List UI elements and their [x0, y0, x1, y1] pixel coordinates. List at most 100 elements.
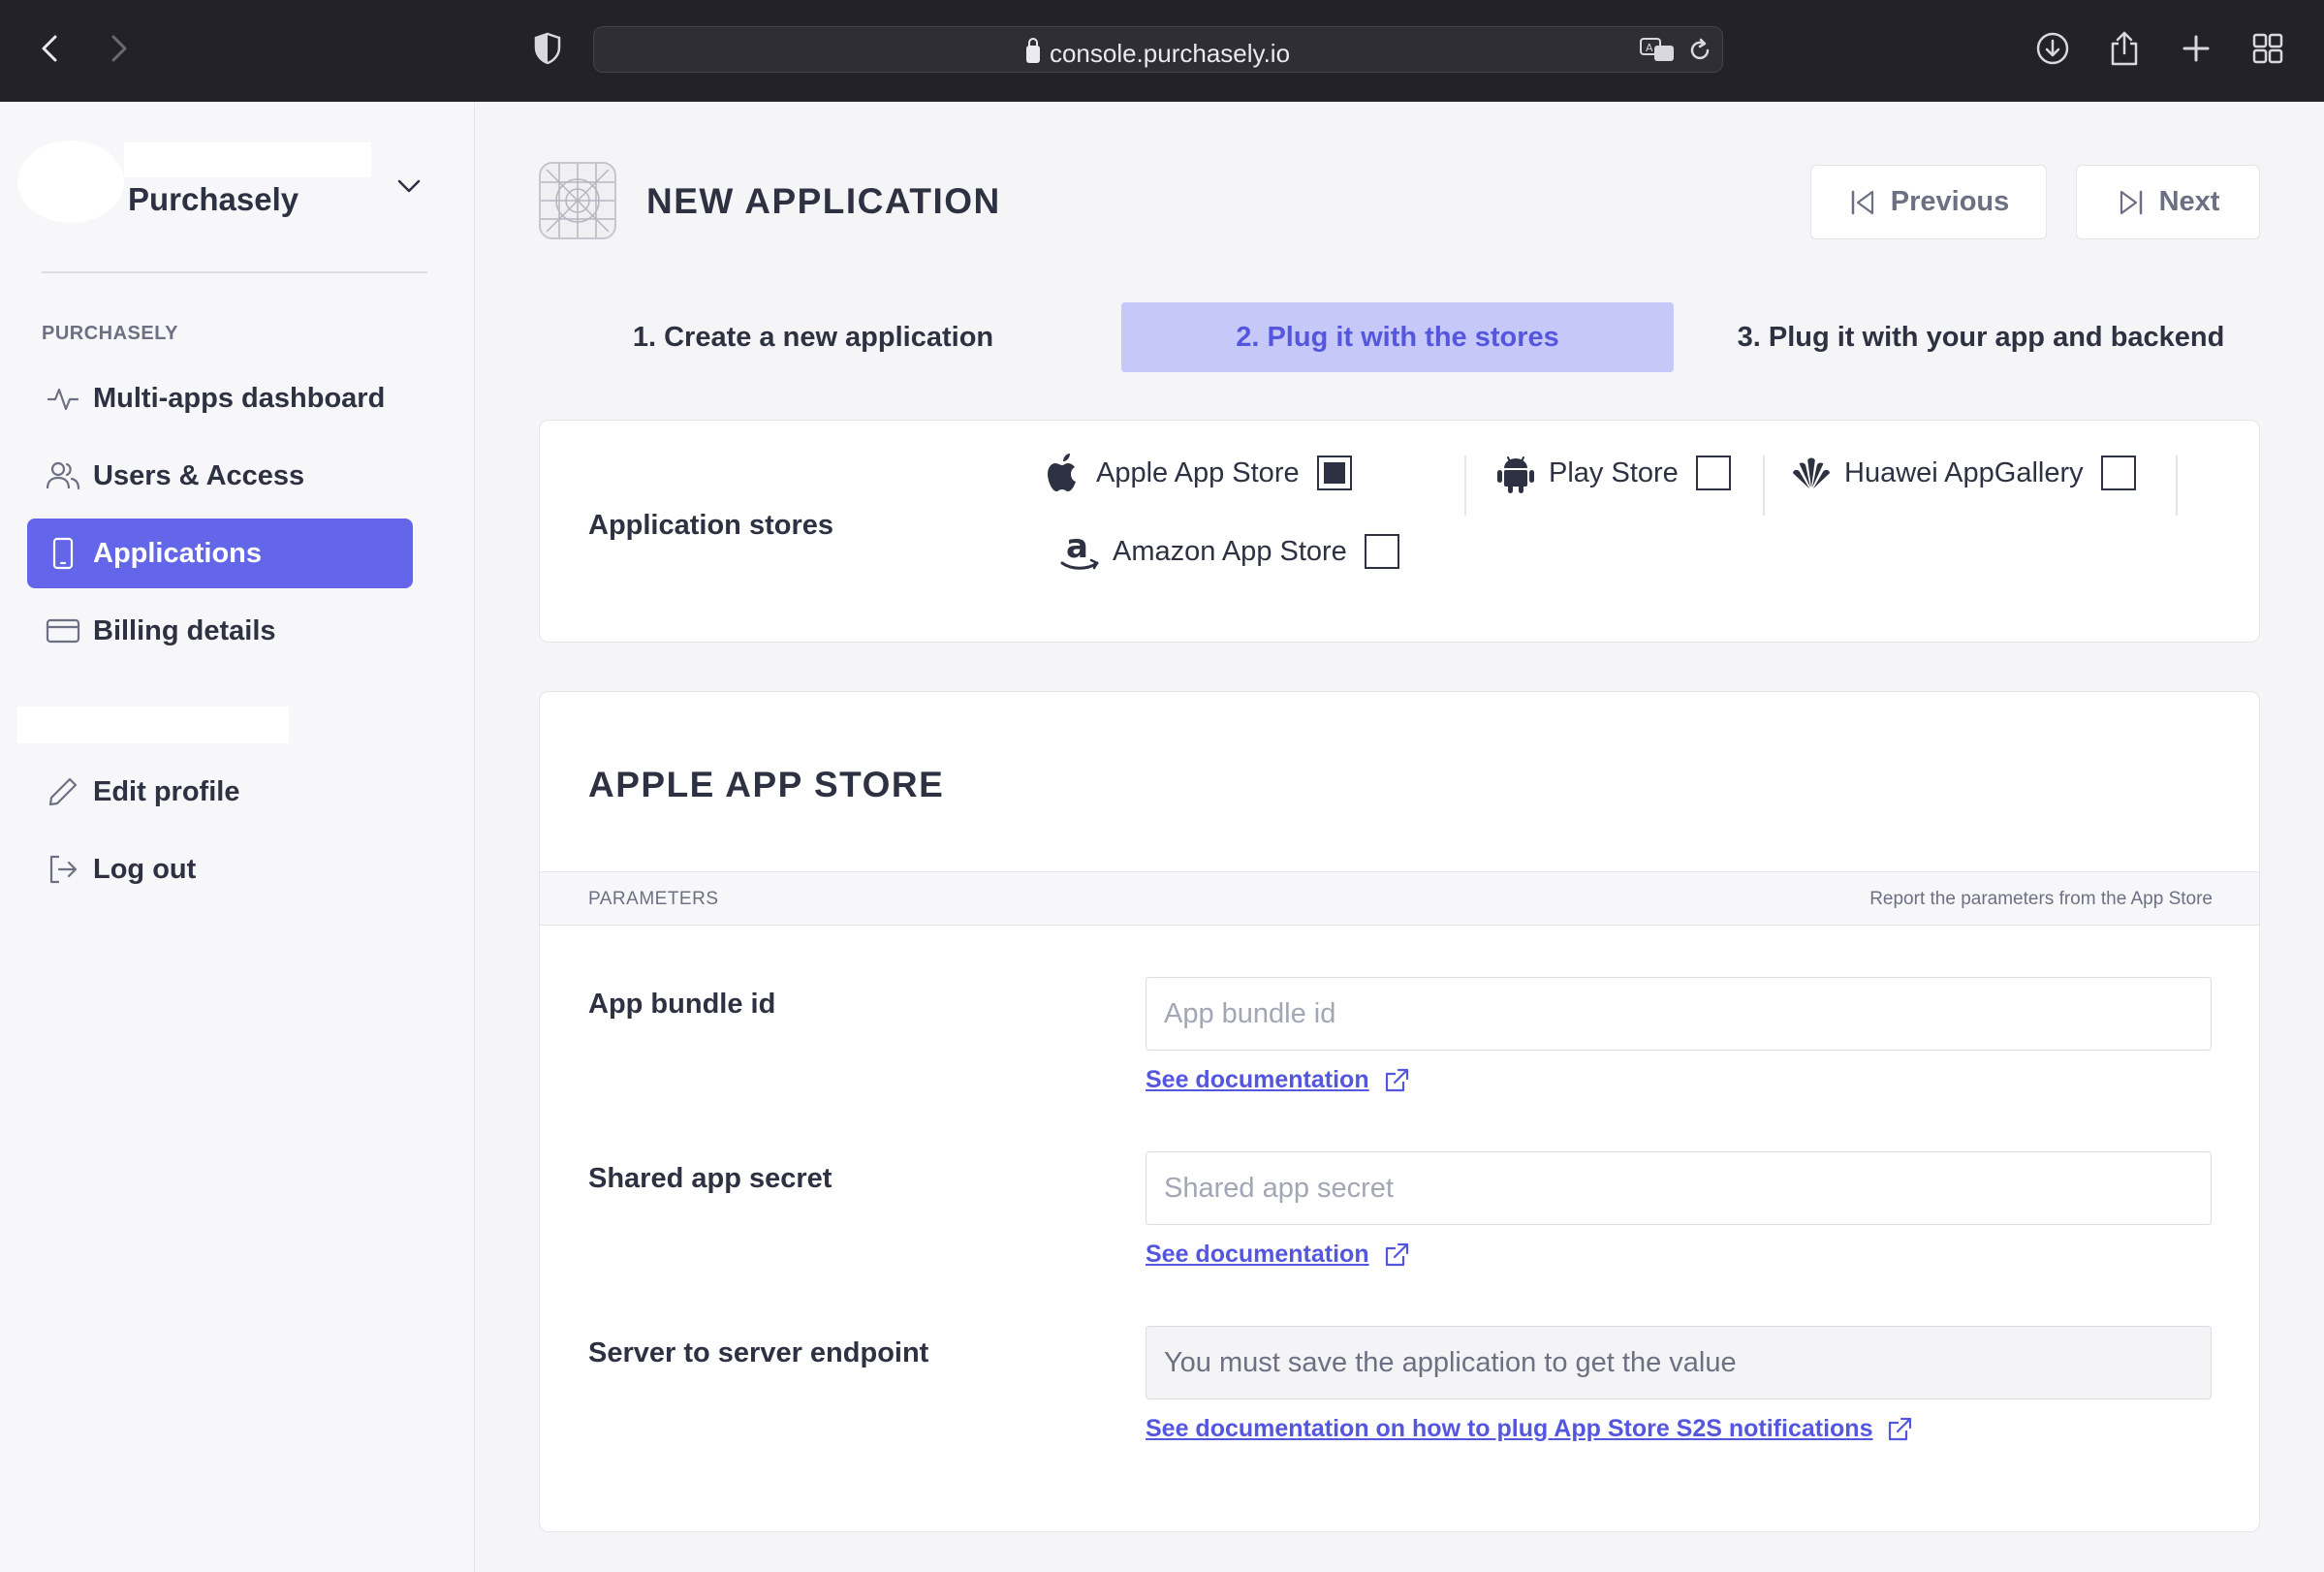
new-tab-button[interactable]	[2175, 27, 2217, 70]
sidebar: Purchasely PURCHASELY Multi-apps dashboa…	[0, 102, 475, 1572]
previous-button[interactable]: Previous	[1810, 165, 2047, 239]
app-placeholder-icon	[539, 162, 616, 239]
application-stores-card: Application stores Apple App Store Play …	[539, 420, 2260, 643]
link-text: See documentation	[1146, 1066, 1369, 1093]
tab-overview-button[interactable]	[2246, 27, 2289, 70]
huawei-appgallery-checkbox[interactable]	[2100, 456, 2136, 490]
next-button[interactable]: Next	[2076, 165, 2260, 239]
sidebar-section-label: PURCHASELY	[42, 323, 178, 344]
sidebar-item-label: Billing details	[93, 614, 276, 646]
store-name: Apple App Store	[1096, 456, 1300, 488]
account-switcher[interactable]: Purchasely	[17, 141, 444, 228]
external-link-icon	[1385, 1068, 1408, 1091]
activity-icon	[45, 380, 81, 417]
back-button[interactable]	[29, 27, 72, 70]
download-icon	[2036, 32, 2069, 65]
link-text: See documentation on how to plug App Sto…	[1146, 1415, 1873, 1442]
translate-icon[interactable]: A	[1639, 37, 1678, 64]
android-icon	[1494, 449, 1537, 497]
store-option-apple[interactable]: Apple App Store	[1042, 446, 1352, 500]
amazon-icon: a	[1058, 527, 1101, 576]
logout-icon	[45, 851, 81, 888]
sidebar-item-label: Applications	[93, 537, 263, 569]
main-content: NEW APPLICATION Previous Next 1. Create …	[475, 102, 2324, 1572]
parameters-hint: Report the parameters from the App Store	[1869, 889, 2213, 909]
sidebar-item-log-out[interactable]: Log out	[27, 834, 413, 904]
page-title: NEW APPLICATION	[646, 181, 1001, 221]
grid-icon	[2252, 33, 2283, 64]
play-store-checkbox[interactable]	[1695, 456, 1731, 490]
section-title: APPLE APP STORE	[588, 765, 945, 804]
shared-app-secret-input[interactable]	[1146, 1151, 2212, 1225]
shared-app-secret-label: Shared app secret	[588, 1163, 832, 1194]
forward-button[interactable]	[97, 27, 140, 70]
account-name: Purchasely	[128, 181, 299, 217]
app-bundle-id-input[interactable]	[1146, 977, 2212, 1051]
huawei-icon	[1790, 449, 1833, 497]
redacted-text	[17, 707, 289, 743]
url-text: console.purchasely.io	[594, 38, 1722, 69]
skip-back-icon	[1851, 190, 1873, 214]
store-option-huawei[interactable]: Huawei AppGallery	[1790, 446, 2136, 500]
sidebar-item-users-access[interactable]: Users & Access	[27, 441, 413, 511]
url-label: console.purchasely.io	[1049, 39, 1291, 68]
smartphone-icon	[45, 535, 81, 572]
redacted-text	[124, 142, 371, 177]
wizard-steps: 1. Create a new application 2. Plug it w…	[539, 302, 2260, 372]
external-link-icon	[1385, 1242, 1408, 1266]
sidebar-item-applications[interactable]: Applications	[27, 519, 413, 588]
store-divider	[1763, 456, 1765, 516]
store-name: Amazon App Store	[1113, 535, 1347, 567]
step-plug-app-backend[interactable]: 3. Plug it with your app and backend	[1702, 302, 2260, 372]
sidebar-item-label: Log out	[93, 853, 197, 885]
store-divider	[1464, 456, 1466, 516]
sidebar-divider	[42, 271, 427, 273]
svg-text:A: A	[1646, 42, 1653, 54]
sidebar-item-label: Edit profile	[93, 775, 240, 807]
pencil-icon	[45, 773, 81, 810]
skip-forward-icon	[2120, 190, 2142, 214]
step-create-application[interactable]: 1. Create a new application	[539, 302, 1087, 372]
previous-label: Previous	[1890, 186, 2010, 217]
shared-secret-documentation-link[interactable]: See documentation	[1146, 1241, 1410, 1269]
step-plug-stores[interactable]: 2. Plug it with the stores	[1121, 302, 1674, 372]
chevron-down-icon[interactable]	[395, 177, 423, 195]
application-stores-label: Application stores	[588, 510, 833, 541]
sidebar-item-label: Multi-apps dashboard	[93, 382, 386, 414]
privacy-shield-button[interactable]	[526, 27, 569, 70]
address-bar[interactable]: console.purchasely.io A	[593, 26, 1723, 73]
apple-icon	[1042, 449, 1084, 497]
credit-card-icon	[45, 613, 81, 649]
sidebar-item-label: Users & Access	[93, 459, 305, 491]
share-icon	[2111, 31, 2138, 66]
plus-icon	[2183, 35, 2210, 62]
parameters-label: PARAMETERS	[588, 889, 719, 909]
users-icon	[45, 457, 81, 494]
share-button[interactable]	[2103, 27, 2146, 70]
chevron-left-icon	[42, 35, 57, 62]
next-label: Next	[2158, 186, 2220, 217]
chevron-right-icon	[111, 35, 127, 62]
apple-store-checkbox[interactable]	[1316, 456, 1352, 490]
sidebar-item-billing-details[interactable]: Billing details	[27, 596, 413, 666]
downloads-button[interactable]	[2031, 27, 2074, 70]
sidebar-item-multi-apps-dashboard[interactable]: Multi-apps dashboard	[27, 363, 413, 433]
s2s-documentation-link[interactable]: See documentation on how to plug App Sto…	[1146, 1415, 1913, 1443]
sidebar-item-edit-profile[interactable]: Edit profile	[27, 757, 413, 827]
svg-text:a: a	[1066, 528, 1088, 566]
bundle-id-documentation-link[interactable]: See documentation	[1146, 1066, 1410, 1094]
external-link-icon	[1889, 1417, 1912, 1440]
amazon-app-store-checkbox[interactable]	[1364, 534, 1399, 569]
server-endpoint-input[interactable]	[1146, 1326, 2212, 1399]
store-option-amazon[interactable]: a Amazon App Store	[1058, 524, 1399, 579]
avatar	[17, 141, 124, 223]
reload-icon[interactable]	[1687, 38, 1712, 63]
app-bundle-id-label: App bundle id	[588, 989, 776, 1020]
store-divider	[2176, 456, 2178, 516]
parameters-header: PARAMETERS Report the parameters from th…	[540, 871, 2259, 926]
store-option-play[interactable]: Play Store	[1494, 446, 1731, 500]
server-endpoint-label: Server to server endpoint	[588, 1337, 929, 1368]
store-name: Play Store	[1549, 456, 1679, 488]
link-text: See documentation	[1146, 1241, 1369, 1268]
shield-icon	[534, 32, 561, 65]
